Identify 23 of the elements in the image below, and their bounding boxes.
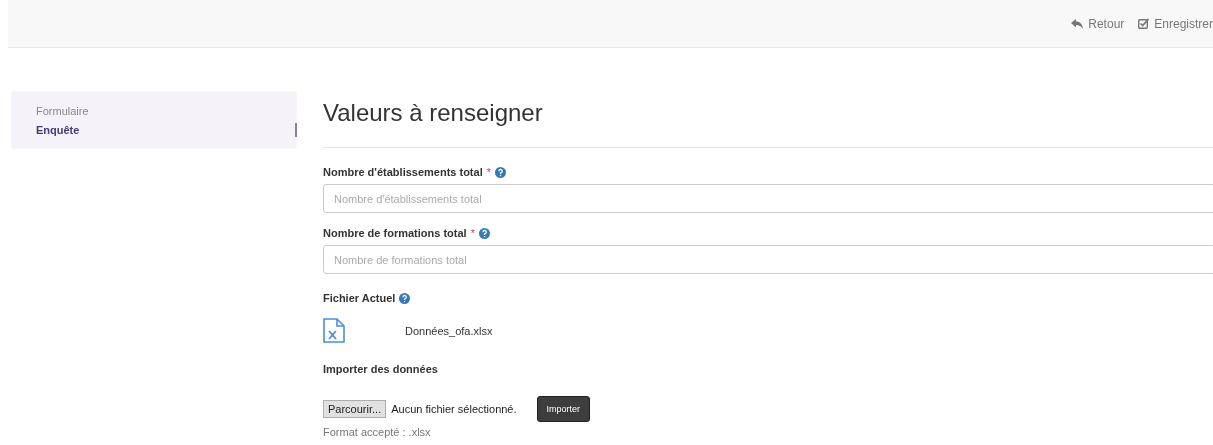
checkbox-icon — [1138, 18, 1150, 29]
section-label: Fichier Actuel — [323, 292, 396, 304]
back-button[interactable]: Retour — [1071, 16, 1125, 31]
required-mark: * — [486, 166, 491, 178]
file-name: Données_ofa.xlsx — [405, 324, 493, 337]
browse-button[interactable]: Parcourir... — [323, 400, 387, 418]
section-label: Importer des données — [323, 363, 438, 375]
input-field[interactable]: Nombre d'établissements total — [323, 184, 1213, 213]
field-label: Nombre d'établissements total — [323, 166, 483, 178]
sidebar-item[interactable]: Enquête — [36, 122, 297, 137]
page-title: Valeurs à renseigner — [323, 99, 1213, 148]
field-label: Nombre de formations total — [323, 227, 467, 239]
reply-icon — [1071, 18, 1084, 29]
help-icon[interactable] — [478, 227, 490, 239]
format-hint: Format accepté : .xlsx — [323, 426, 432, 438]
required-mark: * — [470, 227, 475, 239]
help-icon[interactable] — [399, 292, 411, 304]
import-button[interactable]: Importer — [536, 396, 591, 422]
save-button[interactable]: Enregistrer — [1138, 16, 1213, 31]
help-icon[interactable] — [495, 166, 506, 178]
file-status: Aucun fichier sélectionné. — [391, 403, 517, 415]
spreadsheet-file-icon — [323, 318, 345, 343]
input-field[interactable]: Nombre de formations total — [323, 245, 1213, 274]
